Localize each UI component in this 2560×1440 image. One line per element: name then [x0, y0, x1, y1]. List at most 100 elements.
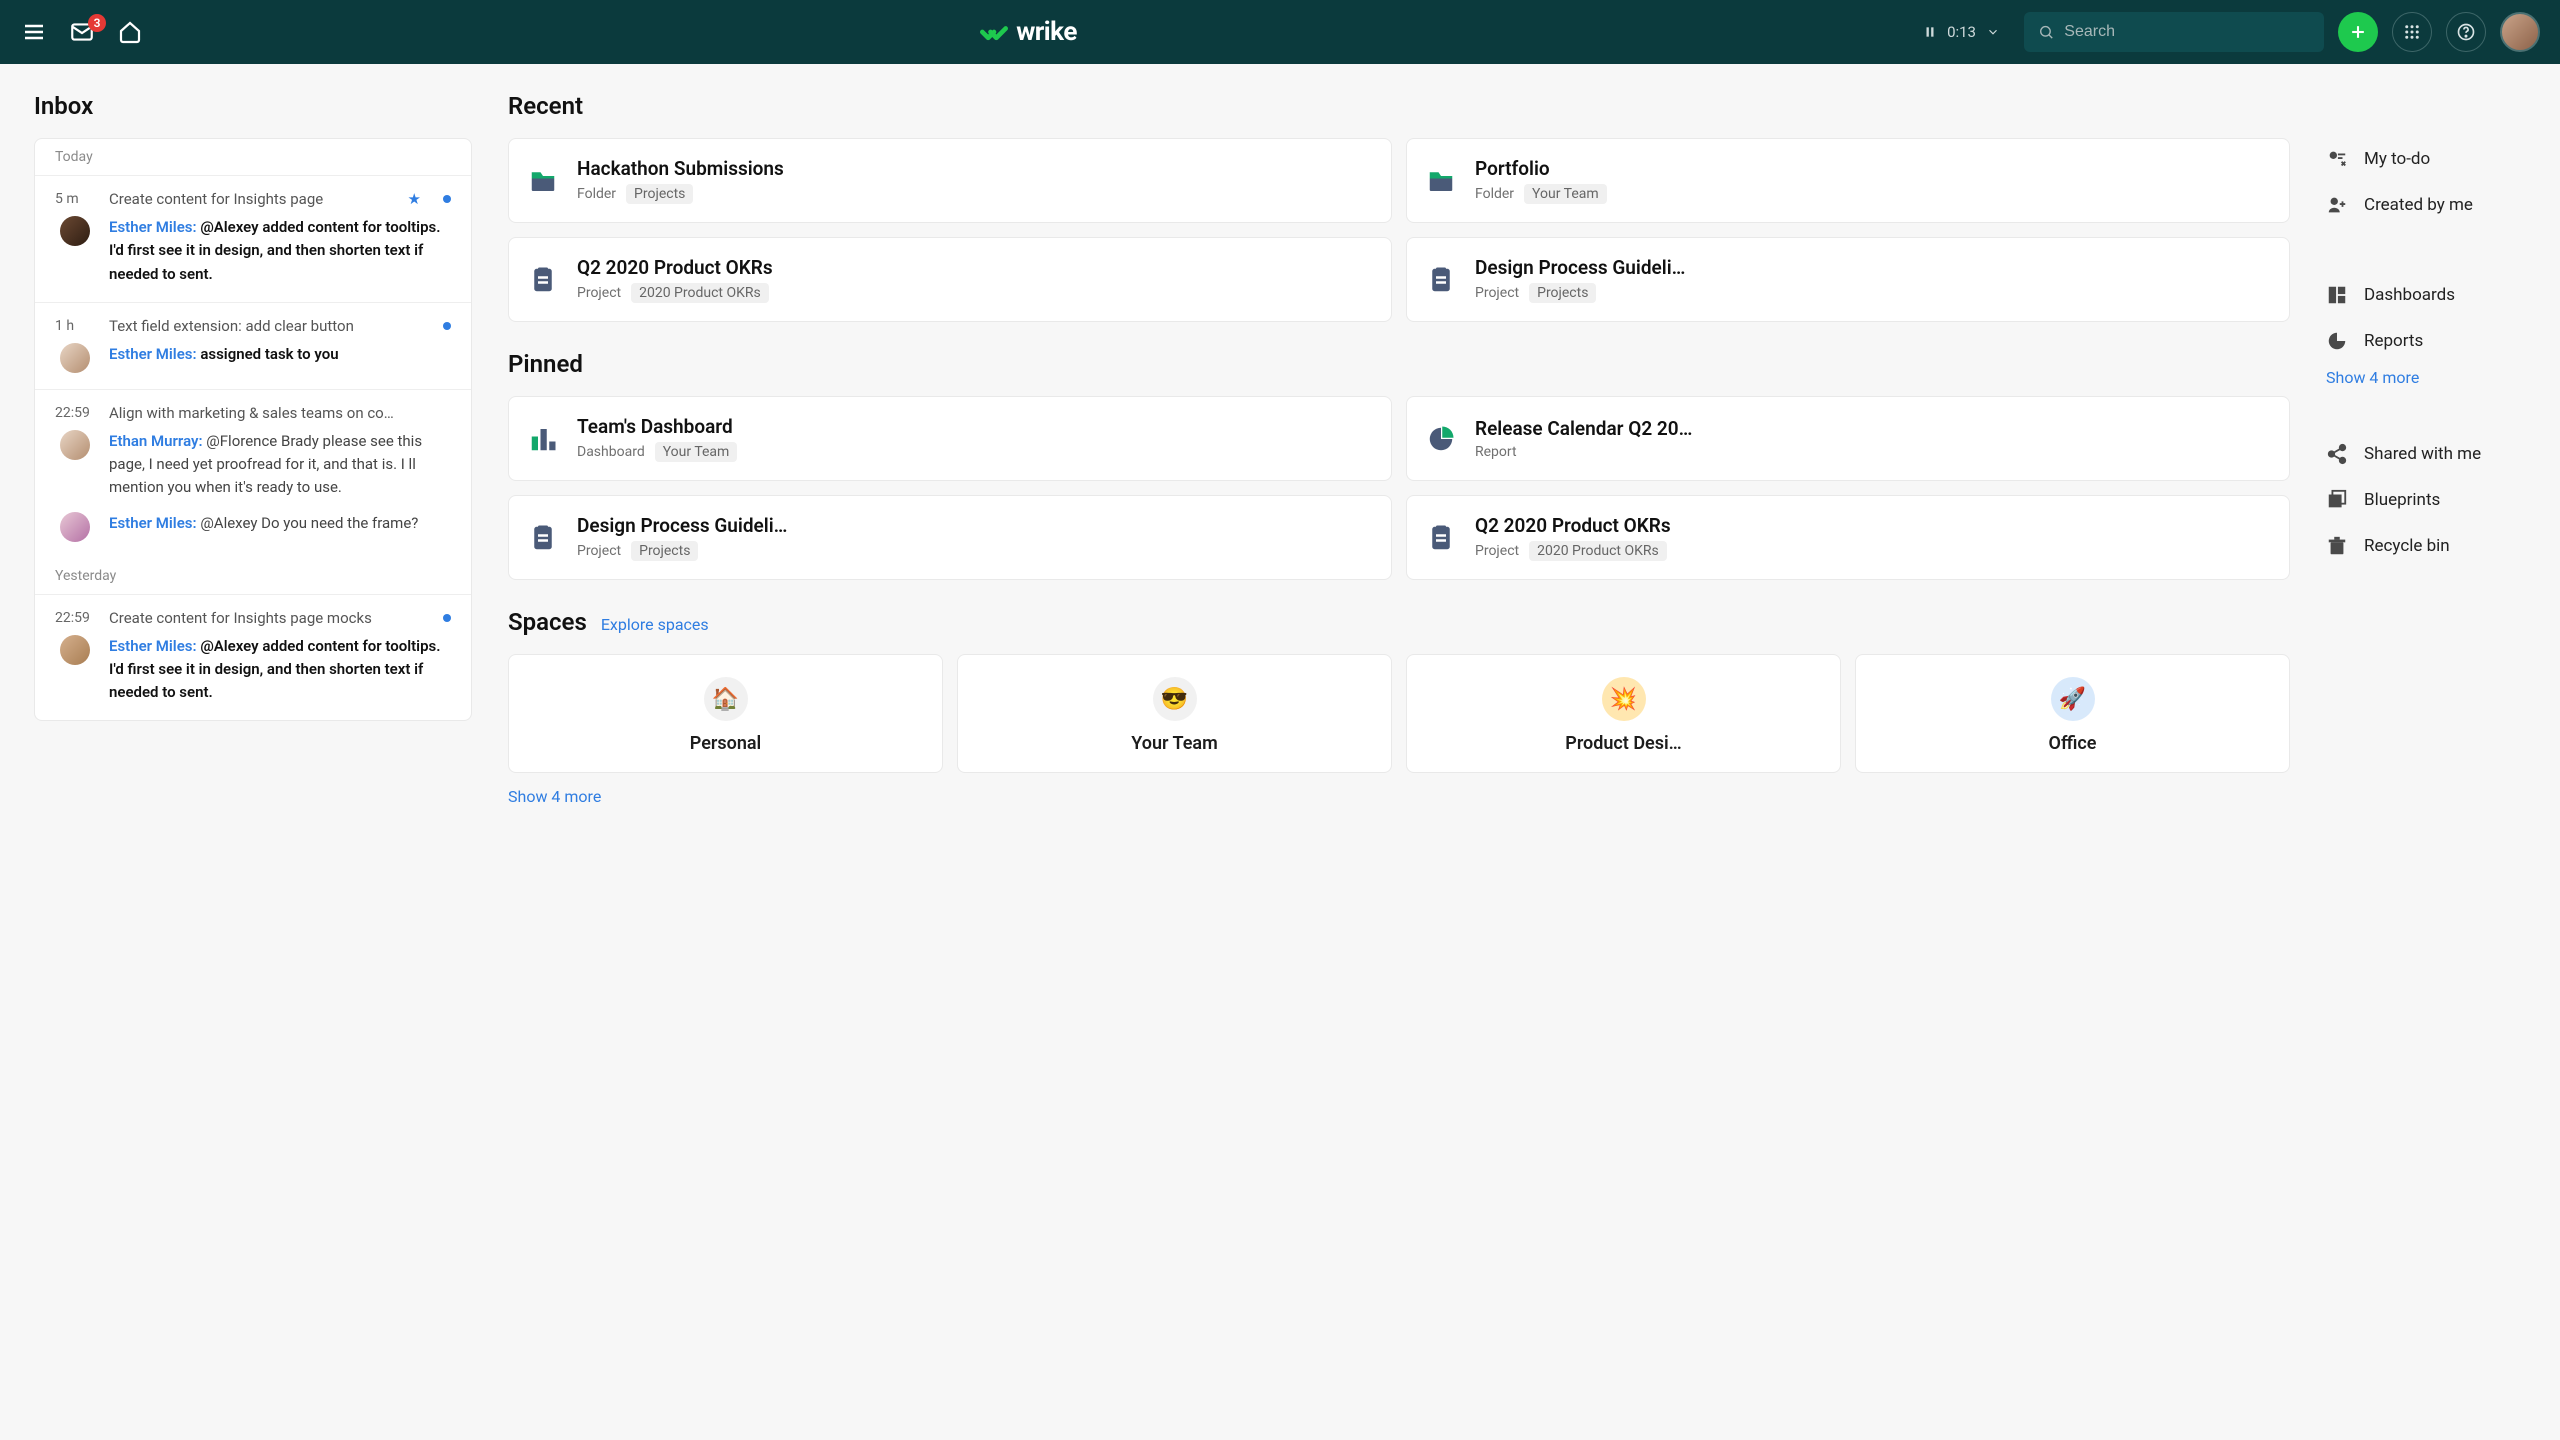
- side-nav-label: Shared with me: [2364, 444, 2481, 464]
- card-type: Project: [1475, 543, 1519, 559]
- commenter-avatar: [60, 635, 90, 665]
- card-title: Q2 2020 Product OKRs: [577, 256, 1373, 279]
- card-type: Folder: [1475, 186, 1514, 202]
- commenter-avatar: [60, 512, 90, 542]
- search-input[interactable]: [2064, 23, 2310, 41]
- inbox-item[interactable]: 22:59Create content for Insights page mo…: [35, 594, 471, 721]
- user-avatar[interactable]: [2500, 12, 2540, 52]
- side-nav-label: My to-do: [2364, 149, 2430, 169]
- content-card[interactable]: Hackathon Submissions Folder Projects: [508, 138, 1392, 223]
- home-button[interactable]: [116, 18, 144, 46]
- help-button[interactable]: [2446, 12, 2486, 52]
- content-card[interactable]: Design Process Guideli…ProjectProjects: [1406, 237, 2290, 322]
- todo-icon: [2326, 148, 2348, 170]
- content-card[interactable]: Team's DashboardDashboardYour Team: [508, 396, 1392, 481]
- explore-spaces-link[interactable]: Explore spaces: [601, 615, 709, 634]
- star-icon[interactable]: ★: [408, 190, 421, 208]
- project-icon: [1425, 522, 1457, 554]
- recent-title: Recent: [508, 92, 2290, 120]
- side-nav-label: Reports: [2364, 331, 2423, 351]
- inbox-today-label: Today: [35, 139, 471, 175]
- card-type: Report: [1475, 444, 1517, 460]
- inbox-item[interactable]: 1 hText field extension: add clear butto…: [35, 302, 471, 389]
- apps-grid-icon: [2403, 23, 2421, 41]
- help-icon: [2456, 22, 2476, 42]
- content-card[interactable]: Release Calendar Q2 20…Report: [1406, 396, 2290, 481]
- card-title: Hackathon Submissions: [577, 157, 1373, 180]
- side-show-more-link[interactable]: Show 4 more: [2326, 364, 2526, 387]
- side-nav-label: Dashboards: [2364, 285, 2455, 305]
- inbox-list: Today5 mCreate content for Insights page…: [34, 138, 472, 721]
- app-header: 3 wrike 0:13: [0, 0, 2560, 64]
- space-emoji-icon: 🏠: [704, 677, 748, 721]
- unread-dot-icon: [443, 195, 451, 203]
- space-card[interactable]: 🏠Personal: [508, 654, 943, 773]
- side-group-nav: Dashboards Reports Show 4 more: [2326, 272, 2526, 387]
- inbox-item[interactable]: 5 mCreate content for Insights page★Esth…: [35, 175, 471, 302]
- add-button[interactable]: [2338, 12, 2378, 52]
- inbox-yesterday-label: Yesterday: [35, 558, 471, 594]
- inbox-item-time: 5 m: [55, 191, 95, 207]
- inbox-item-message: Esther Miles: @Alexey Do you need the fr…: [109, 512, 451, 542]
- card-chip: Projects: [626, 184, 693, 204]
- content-card[interactable]: Design Process Guideli…ProjectProjects: [508, 495, 1392, 580]
- created-icon: [2326, 194, 2348, 216]
- side-column: My to-do Created by me Dashboards Reports …: [2326, 92, 2526, 806]
- brand-name: wrike: [1016, 17, 1077, 47]
- card-type: Folder: [577, 186, 616, 202]
- space-card[interactable]: 😎 Your Team: [957, 654, 1392, 773]
- project-icon: [1425, 264, 1457, 296]
- unread-dot-icon: [443, 614, 451, 622]
- card-type: Dashboard: [577, 444, 645, 460]
- card-type: Project: [577, 543, 621, 559]
- side-nav-created[interactable]: Created by me: [2326, 182, 2526, 228]
- card-type: Project: [577, 285, 621, 301]
- search-bar[interactable]: [2024, 12, 2324, 52]
- space-emoji-icon: 😎: [1153, 677, 1197, 721]
- blueprints-icon: [2326, 489, 2348, 511]
- content-card[interactable]: PortfolioFolderYour Team: [1406, 138, 2290, 223]
- shared-icon: [2326, 443, 2348, 465]
- side-nav-label: Recycle bin: [2364, 536, 2450, 556]
- inbox-badge: 3: [88, 14, 106, 32]
- side-nav-recycle[interactable]: Recycle bin: [2326, 523, 2526, 569]
- content-card[interactable]: Q2 2020 Product OKRsProject2020 Product …: [508, 237, 1392, 322]
- side-group-quick: My to-do Created by me: [2326, 136, 2526, 228]
- spaces-show-more-link[interactable]: Show 4 more: [508, 787, 2290, 806]
- inbox-item-title: Align with marketing & sales teams on co…: [109, 404, 451, 422]
- search-icon: [2038, 23, 2054, 41]
- pinned-grid: Team's DashboardDashboardYour TeamReleas…: [508, 396, 2290, 580]
- content-card[interactable]: Q2 2020 Product OKRsProject2020 Product …: [1406, 495, 2290, 580]
- inbox-button[interactable]: 3: [68, 18, 96, 46]
- home-icon: [118, 20, 142, 44]
- recent-grid: Hackathon Submissions Folder Projects Portf…: [508, 138, 2290, 322]
- project-icon: [527, 522, 559, 554]
- recycle-icon: [2326, 535, 2348, 557]
- space-name: Office: [1866, 733, 2279, 754]
- side-nav-shared[interactable]: Shared with me: [2326, 431, 2526, 477]
- spaces-title: Spaces: [508, 608, 587, 636]
- side-nav-todo[interactable]: My to-do: [2326, 136, 2526, 182]
- side-nav-reports[interactable]: Reports: [2326, 318, 2526, 364]
- space-name: Your Team: [968, 733, 1381, 754]
- space-card[interactable]: 🚀Office: [1855, 654, 2290, 773]
- hamburger-icon: [22, 20, 46, 44]
- inbox-item-message: Ethan Murray: @Florence Brady please see…: [109, 430, 451, 500]
- reports-icon: [2326, 330, 2348, 352]
- main-content: Inbox Today5 mCreate content for Insight…: [0, 64, 2560, 826]
- timer-control[interactable]: 0:13: [1913, 23, 2010, 41]
- side-nav-blueprints[interactable]: Blueprints: [2326, 477, 2526, 523]
- plus-icon: [2348, 22, 2368, 42]
- brand-logo[interactable]: wrike: [980, 17, 1077, 47]
- dashboards-icon: [2326, 284, 2348, 306]
- inbox-item-title: Text field extension: add clear button: [109, 317, 421, 335]
- side-nav-dashboards[interactable]: Dashboards: [2326, 272, 2526, 318]
- space-card[interactable]: 💥Product Desi…: [1406, 654, 1841, 773]
- hamburger-menu-button[interactable]: [20, 18, 48, 46]
- inbox-item[interactable]: 22:59Align with marketing & sales teams …: [35, 389, 471, 558]
- card-title: Design Process Guideli…: [577, 514, 1373, 537]
- card-title: Design Process Guideli…: [1475, 256, 2271, 279]
- pause-icon: [1923, 25, 1937, 39]
- inbox-title: Inbox: [34, 92, 472, 120]
- apps-button[interactable]: [2392, 12, 2432, 52]
